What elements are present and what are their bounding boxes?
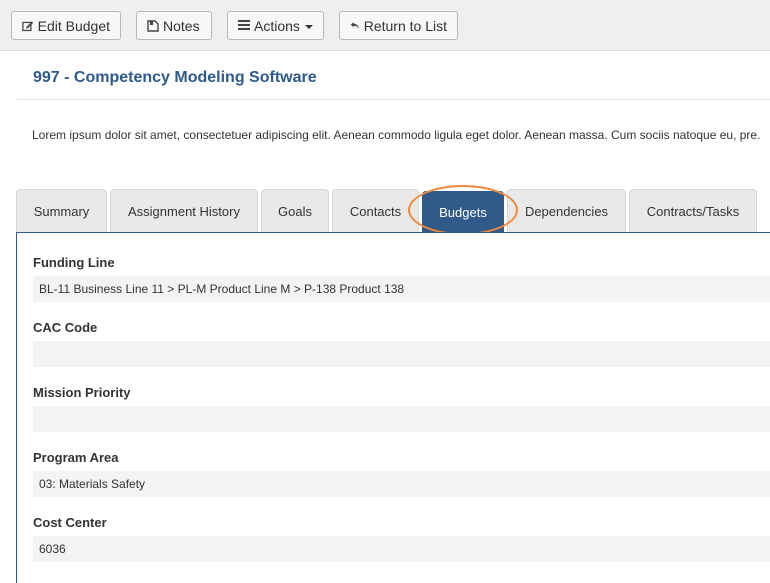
chevron-down-icon bbox=[304, 24, 313, 29]
funding-line-value: BL-11 Business Line 11 > PL-M Product Li… bbox=[33, 276, 770, 302]
page-title: 997 - Competency Modeling Software bbox=[33, 69, 317, 86]
actions-dropdown-button[interactable]: Actions bbox=[227, 11, 324, 40]
cac-code-label: CAC Code bbox=[33, 320, 98, 335]
list-icon bbox=[238, 20, 250, 30]
return-arrow-icon bbox=[350, 22, 359, 29]
tab-dependencies[interactable]: Dependencies bbox=[507, 189, 626, 232]
program-area-label: Program Area bbox=[33, 450, 119, 465]
return-to-list-label: Return to List bbox=[363, 17, 447, 34]
funding-line-label: Funding Line bbox=[33, 255, 115, 270]
edit-budget-button[interactable]: Edit Budget bbox=[11, 11, 121, 40]
project-description: Lorem ipsum dolor sit amet, consectetuer… bbox=[32, 128, 761, 142]
program-area-value: 03: Materials Safety bbox=[33, 471, 770, 497]
mission-priority-label: Mission Priority bbox=[33, 385, 131, 400]
cost-center-value: 6036 bbox=[33, 536, 770, 562]
edit-icon bbox=[22, 21, 34, 31]
edit-budget-label: Edit Budget bbox=[37, 17, 110, 34]
tab-goals[interactable]: Goals bbox=[261, 189, 329, 232]
tab-budgets[interactable]: Budgets bbox=[422, 191, 504, 232]
notes-icon bbox=[147, 19, 159, 32]
tab-contracts-tasks[interactable]: Contracts/Tasks bbox=[629, 189, 757, 232]
notes-label: Notes bbox=[163, 17, 200, 34]
actions-label: Actions bbox=[254, 17, 300, 34]
return-to-list-button[interactable]: Return to List bbox=[339, 11, 458, 40]
mission-priority-value bbox=[33, 406, 770, 432]
title-divider bbox=[17, 99, 770, 100]
cac-code-value bbox=[33, 341, 770, 367]
cost-center-label: Cost Center bbox=[33, 515, 107, 530]
tab-summary[interactable]: Summary bbox=[16, 189, 107, 232]
tab-assignment-history[interactable]: Assignment History bbox=[110, 189, 258, 232]
notes-button[interactable]: Notes bbox=[136, 11, 212, 40]
tab-contacts[interactable]: Contacts bbox=[332, 189, 419, 232]
toolbar: Edit Budget Notes Actions Return to List bbox=[0, 0, 770, 51]
